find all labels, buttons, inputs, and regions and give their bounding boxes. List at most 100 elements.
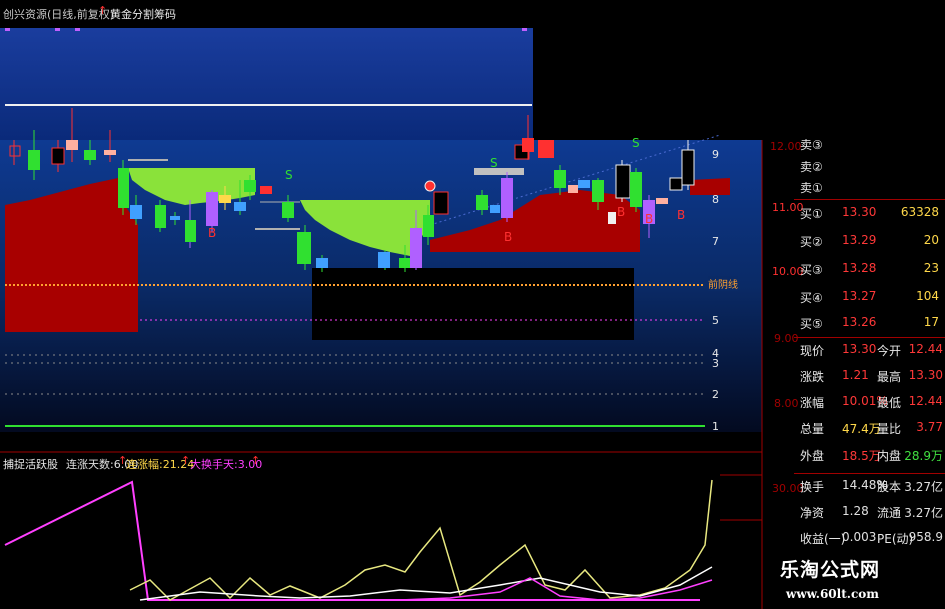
buy-signal: B xyxy=(617,205,626,219)
chip-level-label: 5 xyxy=(712,314,719,327)
stat-value: 3.27亿 xyxy=(904,480,943,494)
sell-signal: S xyxy=(285,168,293,182)
watermark-name: 乐淘公式网 xyxy=(780,559,881,581)
buy-label: 买③ xyxy=(800,263,823,277)
redacted-region xyxy=(312,268,634,340)
candle xyxy=(219,195,231,203)
chip-area-red-small xyxy=(690,178,730,195)
candle xyxy=(84,150,96,160)
candle xyxy=(51,147,65,165)
candle xyxy=(185,220,196,242)
candle xyxy=(378,252,390,268)
stat-value: 18.5万 xyxy=(842,449,881,463)
chip-level-label: 7 xyxy=(712,235,719,248)
buy-price: 13.27 xyxy=(842,289,877,303)
candle xyxy=(433,191,449,215)
stats-row: 涨幅 10.01% 最低 12.44 xyxy=(768,394,945,416)
candle xyxy=(615,164,631,199)
watermark-url: www.60lt.com xyxy=(786,587,879,601)
support-bar xyxy=(474,168,524,175)
sell-row[interactable]: 卖② xyxy=(768,158,945,178)
buy-signal: B xyxy=(677,208,686,222)
param-label: 连涨幅: xyxy=(126,458,163,471)
candle xyxy=(501,178,513,218)
buy-row[interactable]: 买② 13.29 20 xyxy=(768,233,945,253)
indicator-title: 黄金分割筹码 xyxy=(110,8,176,21)
stat-value: 0.003 xyxy=(842,530,877,544)
stat-key: 涨跌 xyxy=(800,370,825,384)
arrow-up-icon: ↑ xyxy=(251,454,261,467)
stat-value: 13.30 xyxy=(842,342,877,356)
candle xyxy=(656,198,668,204)
buy-price: 13.28 xyxy=(842,261,877,275)
candle xyxy=(282,202,294,218)
buy-signal: B xyxy=(504,230,513,244)
chip-level-label: 2 xyxy=(712,388,719,401)
chip-level-label: 3 xyxy=(712,357,719,370)
buy-label: 买⑤ xyxy=(800,317,823,331)
stat-key: 股本 xyxy=(877,480,902,494)
chip-level-label: 1 xyxy=(712,420,719,433)
candle xyxy=(234,202,246,211)
stat-value: 3.77 xyxy=(916,420,943,434)
buy-volume: 17 xyxy=(923,315,939,329)
sell-label: 卖① xyxy=(800,181,823,195)
candle xyxy=(130,205,142,219)
buy-signal: B xyxy=(208,226,217,240)
candle xyxy=(66,140,78,150)
chart-upper-zone xyxy=(0,28,533,140)
buy-price: 13.29 xyxy=(842,233,877,247)
sell-signal: S xyxy=(632,136,640,150)
candle xyxy=(410,228,422,268)
candle xyxy=(206,192,218,226)
buy-row[interactable]: 买⑤ 13.26 17 xyxy=(768,315,945,335)
candle xyxy=(28,150,40,170)
signal-marker-icon xyxy=(424,180,436,192)
stats-row: 涨跌 1.21 最高 13.30 xyxy=(768,368,945,390)
stat-key: 流通 xyxy=(877,506,902,520)
buy-row[interactable]: 买③ 13.28 23 xyxy=(768,261,945,281)
stat-key: 最低 xyxy=(877,396,902,410)
indicator-panel xyxy=(0,452,762,609)
stat-key: 外盘 xyxy=(800,449,825,463)
param-label: 大换手天: xyxy=(190,458,238,471)
buy-volume: 20 xyxy=(923,233,939,247)
stats-row: 总量 47.4万 量比 3.77 xyxy=(768,420,945,442)
arrow-up-icon: ↑ xyxy=(98,4,108,17)
buy-volume: 104 xyxy=(916,289,939,303)
stats-row: 净资 1.28 流通 3.27亿 xyxy=(768,504,945,526)
sell-row[interactable]: 卖① xyxy=(768,179,945,199)
buy-row[interactable]: 买④ 13.27 104 xyxy=(768,289,945,309)
indicator-name: 捕捉活跃股 xyxy=(3,458,58,471)
candle xyxy=(490,205,500,213)
candle xyxy=(118,168,129,208)
candle xyxy=(399,258,411,268)
chart-blank-corner xyxy=(533,28,762,140)
stat-value: 13.30 xyxy=(908,368,943,382)
buy-label: 买④ xyxy=(800,291,823,305)
stat-key: 内盘 xyxy=(877,449,902,463)
stat-key: 量比 xyxy=(877,422,902,436)
buy-signal: B xyxy=(645,212,654,226)
stat-key: 换手 xyxy=(800,480,825,494)
param-label: 连涨天数: xyxy=(66,458,114,471)
candle xyxy=(170,216,180,220)
stat-key: 收益(一) xyxy=(800,532,846,546)
sell-row[interactable]: 卖③ xyxy=(768,136,945,156)
buy-row[interactable]: 买① 13.30 63328 xyxy=(768,205,945,225)
stats-divider xyxy=(794,337,945,338)
candle xyxy=(568,185,578,193)
stat-key: 净资 xyxy=(800,506,825,520)
arrow-up-icon: ↑ xyxy=(181,454,191,467)
stat-key: 最高 xyxy=(877,370,902,384)
stat-key: 涨幅 xyxy=(800,396,825,410)
buy-volume: 23 xyxy=(923,261,939,275)
stat-key: 总量 xyxy=(800,422,825,436)
sell-signal: S xyxy=(490,156,498,170)
candle xyxy=(554,170,566,188)
candle xyxy=(538,140,554,158)
candle xyxy=(423,215,434,237)
candle xyxy=(669,177,683,191)
buy-label: 买② xyxy=(800,235,823,249)
candle xyxy=(155,205,166,228)
